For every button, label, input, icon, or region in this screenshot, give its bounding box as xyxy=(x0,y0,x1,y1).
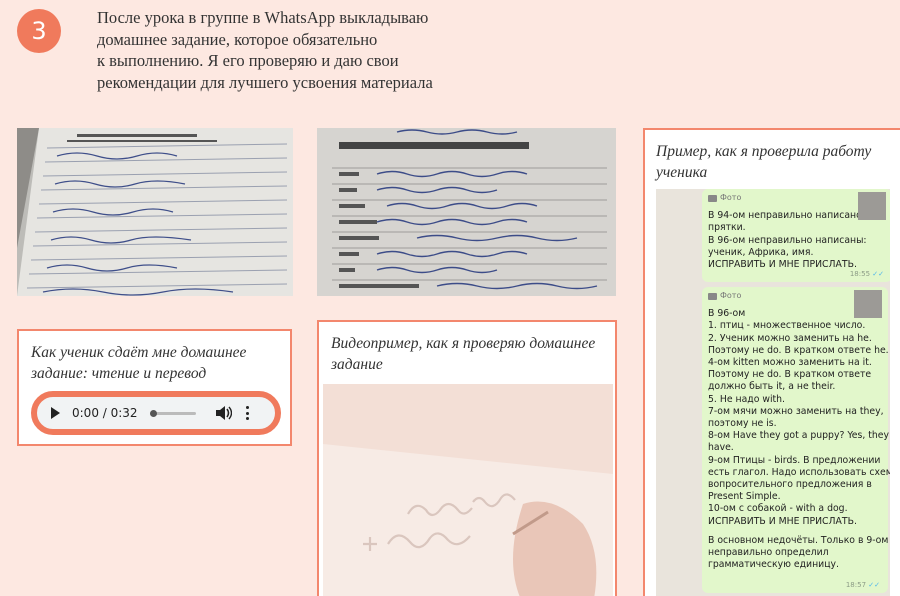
intro-line: к выполнению. Я его проверяю и даю свои xyxy=(97,51,399,70)
play-icon[interactable] xyxy=(51,407,60,419)
video-thumbnail[interactable] xyxy=(323,384,613,596)
message-line: 7-ом мячи можно заменить на they, xyxy=(708,405,884,417)
message-line: должно быть it, а не their. xyxy=(708,381,836,393)
homework-photo-2[interactable] xyxy=(317,128,616,296)
video-thumbnail-image xyxy=(323,384,613,596)
audio-example-card: Как ученик сдаёт мне домашнее задание: ч… xyxy=(17,329,292,446)
intro-line: рекомендации для лучшего усвоения матери… xyxy=(97,72,433,92)
homework-photo-2-image xyxy=(317,128,616,296)
audio-progress-slider[interactable] xyxy=(149,409,196,417)
message-time: 18:55 ✓✓ xyxy=(849,269,884,278)
message-line: Поэтому не do. В кратком ответе xyxy=(708,369,872,381)
message-time: 18:57 ✓✓ xyxy=(845,580,880,589)
video-card-caption: Видеопример, как я проверяю домашнее зад… xyxy=(331,335,596,373)
audio-progress-knob[interactable] xyxy=(149,409,157,417)
message-line: неправильно определил xyxy=(708,547,829,559)
chat-example-card: Пример, как я проверила работу ученика Ф… xyxy=(643,128,900,596)
audio-card-caption: Как ученик сдаёт мне домашнее задание: ч… xyxy=(31,344,247,382)
intro-text: После урока в группе в WhatsApp выкладыв… xyxy=(97,7,517,93)
message-line: ученик, Африка, имя. xyxy=(708,246,814,258)
message-line: 10-ом с собакой - with a dog. xyxy=(708,503,848,515)
message-line: грамматическую единицу. xyxy=(708,559,839,571)
message-line: вопросительного предложения в xyxy=(708,479,872,491)
chat-message: Фото В 96-ом 1. птиц - множественное чис… xyxy=(702,287,890,593)
camera-icon xyxy=(708,292,717,300)
read-ticks-icon: ✓✓ xyxy=(868,580,880,589)
photo-thumbnail xyxy=(858,192,886,220)
homework-photo-1[interactable] xyxy=(17,128,293,296)
message-line: есть глагол. Надо использовать схему xyxy=(708,466,890,478)
video-example-card: Видеопример, как я проверяю домашнее зад… xyxy=(317,320,617,596)
step-number-badge: 3 xyxy=(17,9,61,53)
photo-label-text: Фото xyxy=(720,193,742,202)
volume-icon[interactable] xyxy=(215,406,232,420)
intro-line: домашнее задание, которое обязательно xyxy=(97,29,378,49)
audio-time: 0:00 / 0:32 xyxy=(72,406,138,420)
more-options-icon[interactable] xyxy=(245,406,250,420)
message-line: 2. Ученик можно заменить на he. xyxy=(708,332,872,344)
message-line: have. xyxy=(708,442,734,454)
message-line: поэтому не is. xyxy=(708,418,777,430)
message-line: В 96-ом неправильно написаны: xyxy=(708,234,867,246)
chat-card-caption: Пример, как я проверила работу ученика xyxy=(656,143,872,181)
message-line: ИСПРАВИТЬ И МНЕ ПРИСЛАТЬ. xyxy=(708,515,857,527)
homework-photo-1-image xyxy=(17,128,293,296)
message-line: 4-ом kitten можно заменить на it. xyxy=(708,357,872,369)
message-line: 1. птиц - множественное число. xyxy=(708,320,866,332)
chat-screenshot[interactable]: Фото В 94-ом неправильно написано прятки… xyxy=(656,189,890,596)
read-ticks-icon: ✓✓ xyxy=(872,269,884,278)
audio-player[interactable]: 0:00 / 0:32 xyxy=(31,391,281,435)
message-line: Поэтому не do. В кратком ответе he. xyxy=(708,344,889,356)
chat-message: Фото В 94-ом неправильно написано прятки… xyxy=(702,189,890,282)
photo-thumbnail xyxy=(854,290,882,318)
message-line: 9-ом Птицы - birds. В предложении xyxy=(708,454,881,466)
message-line: Present Simple. xyxy=(708,491,781,503)
message-line: 8-ом Have they got a puppy? Yes, they xyxy=(708,430,890,442)
camera-icon xyxy=(708,194,717,202)
message-line: 5. Не надо with. xyxy=(708,393,786,405)
message-line: прятки. xyxy=(708,222,746,234)
intro-line: После урока в группе в WhatsApp выкладыв… xyxy=(97,8,429,27)
photo-label-text: Фото xyxy=(720,291,742,300)
message-line: В основном недочёты. Только в 9-ом xyxy=(708,534,889,546)
